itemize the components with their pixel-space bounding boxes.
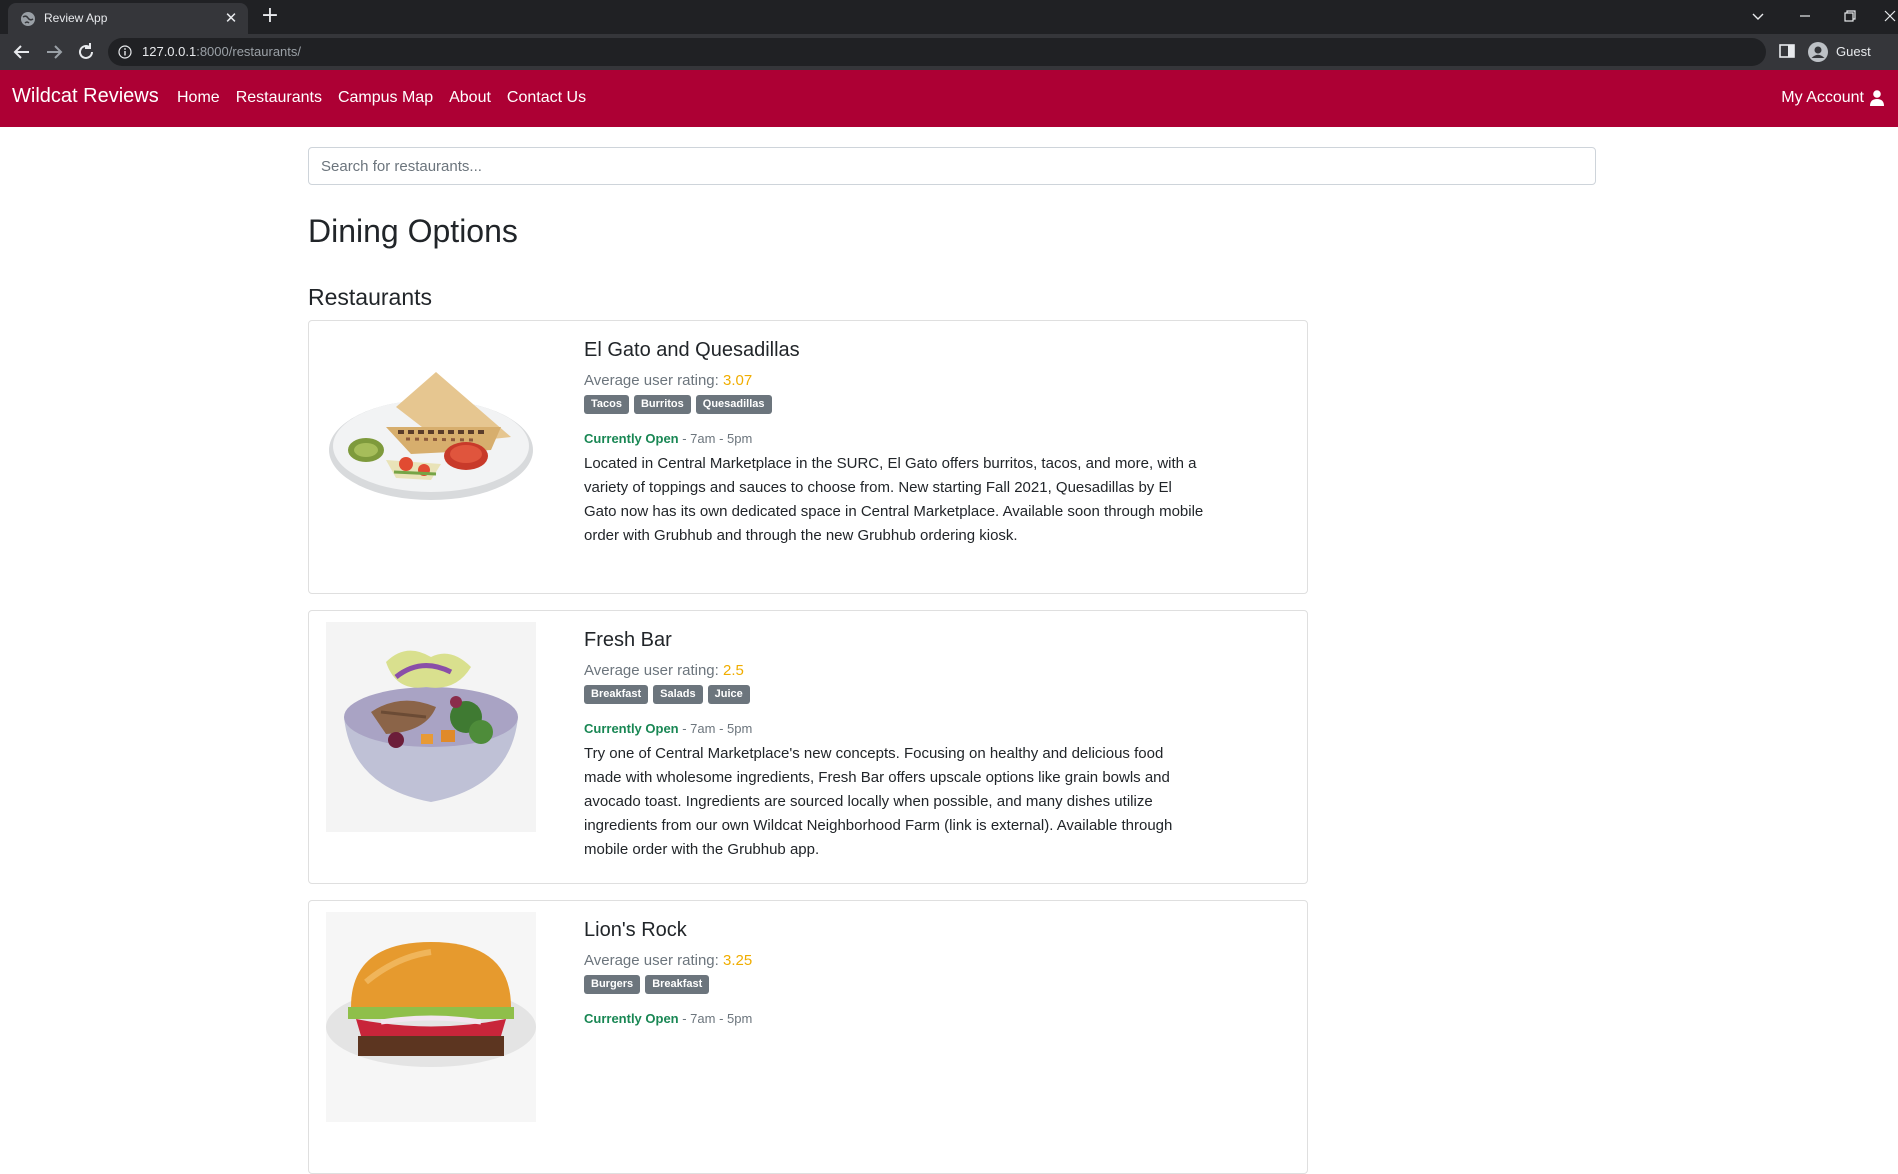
tag-badge: Burgers: [584, 975, 641, 994]
tag-list: Tacos Burritos Quesadillas: [584, 395, 1204, 414]
burger-image: [326, 912, 536, 1122]
profile-label: Guest: [1836, 44, 1871, 59]
profile-button[interactable]: Guest: [1806, 40, 1890, 64]
search-input[interactable]: [308, 147, 1596, 185]
rating-label: Average user rating:: [584, 952, 719, 969]
restaurant-card[interactable]: Lion's Rock Average user rating: 3.25 Bu…: [308, 900, 1308, 1174]
browser-toolbar: 127.0.0.1:8000/restaurants/ Guest: [0, 34, 1898, 70]
rating-line: Average user rating: 3.07: [584, 371, 1204, 391]
status-text: Currently Open: [584, 1011, 679, 1026]
nav-link-about[interactable]: About: [449, 89, 491, 107]
restaurant-name[interactable]: Fresh Bar: [584, 627, 1204, 653]
quesadilla-plate-image: [329, 372, 533, 500]
hours-text: - 7am - 5pm: [678, 721, 753, 736]
window-close-icon[interactable]: [1880, 6, 1898, 26]
open-status: Currently Open - 7am - 5pm: [584, 430, 1204, 448]
info-icon[interactable]: [118, 45, 132, 59]
url-path: :8000/restaurants/: [196, 44, 302, 59]
address-bar[interactable]: 127.0.0.1:8000/restaurants/: [108, 38, 1766, 66]
tab-title: Review App: [44, 11, 108, 25]
restaurant-description: Located in Central Marketplace in the SU…: [584, 455, 1204, 544]
rating-line: Average user rating: 3.25: [584, 951, 1204, 971]
forward-icon[interactable]: [42, 40, 66, 64]
url-host: 127.0.0.1: [142, 44, 197, 59]
url-text: 127.0.0.1:8000/restaurants/: [142, 44, 301, 59]
browser-tabstrip: Review App ✕ +: [0, 0, 1898, 34]
site-navbar: Wildcat Reviews Home Restaurants Campus …: [0, 70, 1898, 127]
restaurant-description: Try one of Central Marketplace's new con…: [584, 745, 1173, 858]
minimize-icon[interactable]: [1795, 6, 1815, 26]
back-icon[interactable]: [10, 40, 34, 64]
reload-icon[interactable]: [74, 40, 98, 64]
tag-badge: Breakfast: [584, 685, 649, 704]
card-body: El Gato and Quesadillas Average user rat…: [584, 337, 1204, 548]
section-title: Restaurants: [308, 284, 433, 310]
side-panel-icon[interactable]: [1778, 42, 1796, 60]
open-status: Currently Open - 7am - 5pm: [584, 1010, 1204, 1028]
grain-bowl-image: [326, 622, 536, 832]
rating-value: 3.25: [722, 952, 753, 969]
globe-icon: [21, 12, 35, 26]
tag-list: Burgers Breakfast: [584, 975, 1204, 994]
card-body: Fresh Bar Average user rating: 2.5 Break…: [584, 627, 1204, 862]
profile-icon: [1808, 42, 1828, 62]
nav-link-contact-us[interactable]: Contact Us: [507, 89, 586, 107]
tag-badge: Burritos: [633, 395, 691, 414]
tag-list: Breakfast Salads Juice: [584, 685, 1204, 704]
user-icon: [1870, 90, 1884, 106]
tag-badge: Tacos: [584, 395, 629, 414]
nav-link-campus-map[interactable]: Campus Map: [338, 89, 433, 107]
nav-link-restaurants[interactable]: Restaurants: [236, 89, 322, 107]
restaurant-name[interactable]: El Gato and Quesadillas: [584, 337, 1204, 363]
brand-link[interactable]: Wildcat Reviews: [12, 85, 159, 108]
restaurant-name[interactable]: Lion's Rock: [584, 917, 1204, 943]
hours-text: - 7am - 5pm: [678, 431, 753, 446]
tag-badge: Quesadillas: [695, 395, 772, 414]
restaurant-card[interactable]: Fresh Bar Average user rating: 2.5 Break…: [308, 610, 1308, 884]
page-title: Dining Options: [308, 213, 518, 249]
rating-value: 3.07: [722, 372, 753, 389]
open-status: Currently Open - 7am - 5pm: [584, 720, 1204, 738]
hours-text: - 7am - 5pm: [678, 1011, 753, 1026]
rating-label: Average user rating:: [584, 662, 719, 679]
status-text: Currently Open: [584, 431, 679, 446]
rating-value: 2.5: [722, 662, 744, 679]
tag-badge: Juice: [707, 685, 750, 704]
nav-link-home[interactable]: Home: [177, 89, 220, 107]
tag-badge: Salads: [653, 685, 703, 704]
status-text: Currently Open: [584, 721, 679, 736]
close-icon[interactable]: ✕: [222, 9, 240, 27]
card-body: Lion's Rock Average user rating: 3.25 Bu…: [584, 917, 1204, 1032]
restaurant-card[interactable]: El Gato and Quesadillas Average user rat…: [308, 320, 1308, 594]
my-account-label: My Account: [1781, 89, 1864, 106]
rating-line: Average user rating: 2.5: [584, 661, 1204, 681]
rating-label: Average user rating:: [584, 372, 719, 389]
tag-badge: Breakfast: [645, 975, 710, 994]
chevron-down-icon[interactable]: [1748, 6, 1768, 26]
my-account-link[interactable]: My Account: [1781, 89, 1884, 107]
nav-links: Home Restaurants Campus Map About Contac…: [177, 89, 586, 107]
restore-icon[interactable]: [1840, 6, 1860, 26]
browser-tab[interactable]: Review App ✕: [8, 3, 248, 34]
plus-icon[interactable]: +: [258, 5, 282, 29]
